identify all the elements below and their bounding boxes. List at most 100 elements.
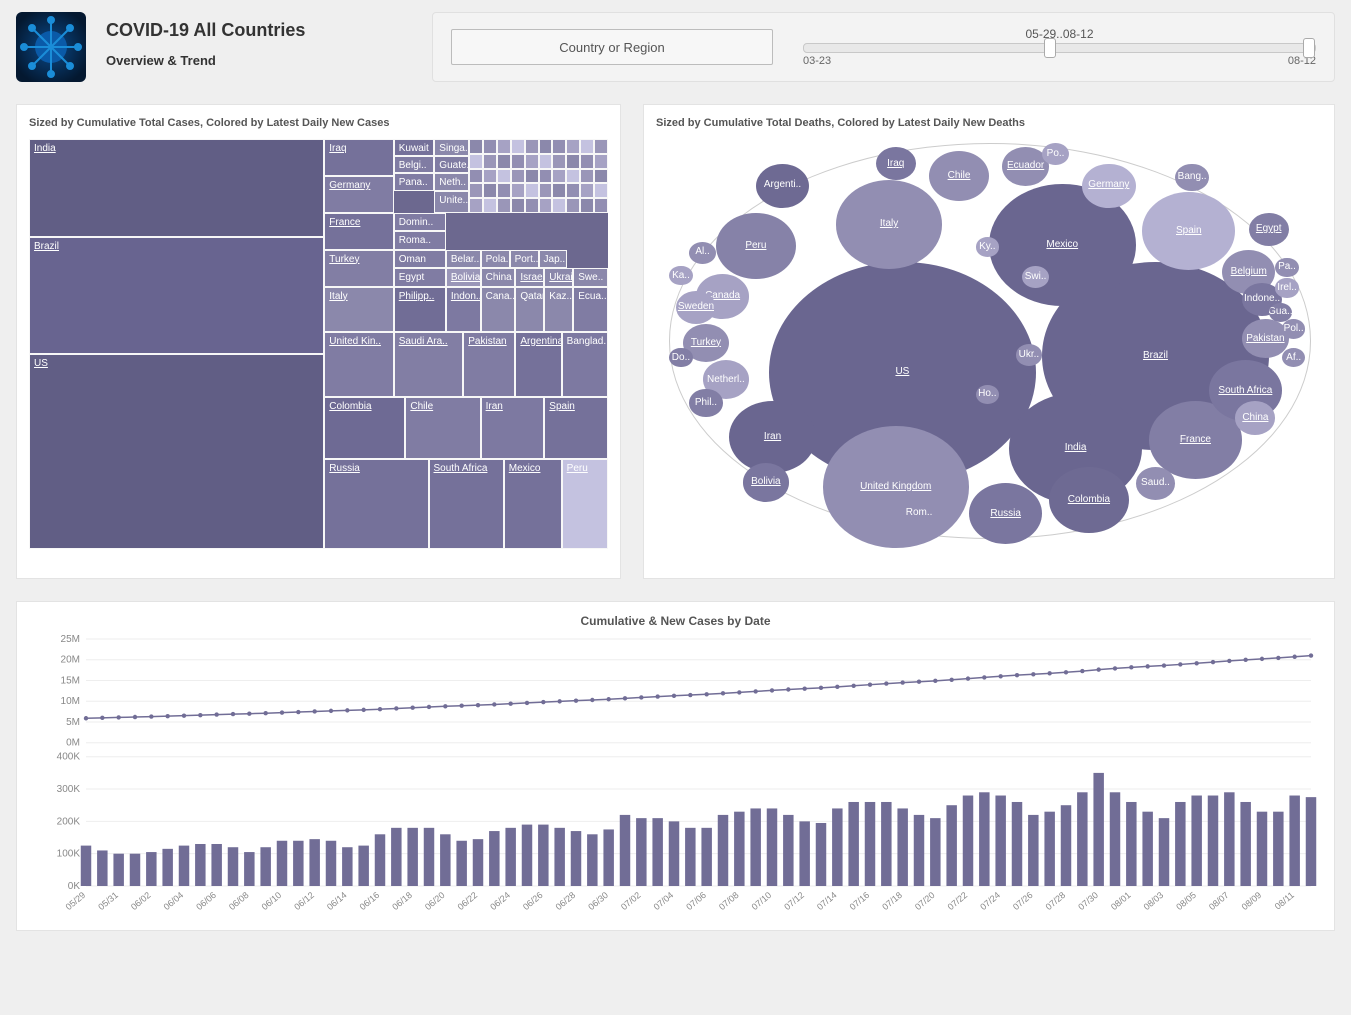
treemap-tiny-cell[interactable] xyxy=(497,139,511,154)
treemap-cell[interactable]: Turkey xyxy=(324,250,393,287)
treemap-tiny-cell[interactable] xyxy=(594,154,608,169)
bubble-item[interactable]: Russia xyxy=(969,483,1042,544)
treemap-tiny-cell[interactable] xyxy=(580,198,594,213)
treemap-cell[interactable]: Egypt xyxy=(394,268,446,286)
treemap-tiny-cell[interactable] xyxy=(552,154,566,169)
bubble-item[interactable]: Italy xyxy=(836,180,943,269)
treemap-chart[interactable]: IndiaBrazilUSIraqGermanyFranceTurkeyItal… xyxy=(29,139,608,549)
treemap-cell[interactable]: Cana.. xyxy=(481,287,516,332)
treemap-cell[interactable]: US xyxy=(29,354,324,549)
bubble-item[interactable]: Po.. xyxy=(1042,143,1069,165)
treemap-tiny-cell[interactable] xyxy=(511,169,525,184)
treemap-cell[interactable]: Iran xyxy=(481,397,545,459)
treemap-cell[interactable]: Domin.. xyxy=(394,213,446,231)
bubble-item[interactable]: Egypt xyxy=(1249,213,1289,246)
treemap-tiny-cell[interactable] xyxy=(566,139,580,154)
treemap-tiny-cell[interactable] xyxy=(469,154,483,169)
treemap-cell[interactable]: Russia xyxy=(324,459,428,549)
bubble-item[interactable]: Colombia xyxy=(1049,467,1129,533)
treemap-tiny-cell[interactable] xyxy=(483,139,497,154)
slider-thumb-end[interactable] xyxy=(1303,38,1315,58)
treemap-tiny-cell[interactable] xyxy=(511,154,525,169)
treemap-tiny-cell[interactable] xyxy=(469,169,483,184)
treemap-cell[interactable]: Indon.. xyxy=(446,287,481,332)
treemap-cell[interactable]: Singa.. xyxy=(434,139,469,156)
treemap-cell[interactable]: India xyxy=(29,139,324,237)
treemap-cell[interactable]: Germany xyxy=(324,176,393,213)
bubble-item[interactable]: Do.. xyxy=(669,348,692,367)
treemap-tiny-cell[interactable] xyxy=(580,183,594,198)
treemap-tiny-cell[interactable] xyxy=(580,139,594,154)
treemap-tiny-cell[interactable] xyxy=(552,169,566,184)
combo-chart[interactable]: 0M5M10M15M20M25M0K100K200K300K400K05/290… xyxy=(31,634,1321,924)
bubble-item[interactable]: Pol.. xyxy=(1282,319,1305,338)
treemap-cell[interactable]: Qatar xyxy=(515,287,544,332)
treemap-tiny-cell[interactable] xyxy=(525,154,539,169)
bubble-item[interactable]: Swi.. xyxy=(1022,266,1049,288)
treemap-tiny-cell[interactable] xyxy=(525,198,539,213)
bubble-item[interactable]: Sweden xyxy=(676,291,716,324)
treemap-cell[interactable]: Saudi Ara.. xyxy=(394,332,463,398)
treemap-tiny-cell[interactable] xyxy=(594,169,608,184)
treemap-tiny-cell[interactable] xyxy=(580,154,594,169)
treemap-tiny-cell[interactable] xyxy=(497,198,511,213)
treemap-tiny-cell[interactable] xyxy=(511,198,525,213)
treemap-cell[interactable]: Iraq xyxy=(324,139,393,176)
treemap-cell[interactable]: South Africa xyxy=(429,459,504,549)
treemap-tiny-cell[interactable] xyxy=(511,139,525,154)
treemap-cell[interactable]: Unite.. xyxy=(434,191,469,213)
treemap-tiny-cell[interactable] xyxy=(566,154,580,169)
treemap-tiny-cell[interactable] xyxy=(483,183,497,198)
treemap-tiny-cell[interactable] xyxy=(483,198,497,213)
treemap-cell[interactable]: Jap.. xyxy=(539,250,568,268)
treemap-cell[interactable]: Ecua.. xyxy=(573,287,608,332)
bubble-item[interactable]: Ka.. xyxy=(669,266,692,285)
bubble-item[interactable]: Bolivia xyxy=(743,463,790,502)
treemap-cell[interactable]: China xyxy=(481,268,516,286)
bubble-item[interactable]: Ky.. xyxy=(976,237,999,256)
treemap-cell[interactable]: Peru xyxy=(562,459,608,549)
treemap-tiny-cell[interactable] xyxy=(566,183,580,198)
treemap-cell[interactable]: United Kin.. xyxy=(324,332,393,398)
bubble-item[interactable]: Irel.. xyxy=(1275,278,1298,297)
treemap-cell[interactable]: Brazil xyxy=(29,237,324,354)
treemap-tiny-cell[interactable] xyxy=(497,154,511,169)
bubble-item[interactable]: Iran xyxy=(729,401,816,473)
treemap-cell[interactable]: Colombia xyxy=(324,397,405,459)
treemap-tiny-cell[interactable] xyxy=(525,139,539,154)
treemap-tiny-cell[interactable] xyxy=(552,139,566,154)
bubble-item[interactable]: Spain xyxy=(1142,192,1235,269)
treemap-tiny-cell[interactable] xyxy=(539,183,553,198)
treemap-tiny-cell[interactable] xyxy=(594,198,608,213)
treemap-tiny-cell[interactable] xyxy=(539,139,553,154)
bubble-item[interactable]: Pa.. xyxy=(1275,258,1298,277)
treemap-tiny-cell[interactable] xyxy=(552,183,566,198)
treemap-tiny-cell[interactable] xyxy=(539,169,553,184)
treemap-cell[interactable]: Kaz.. xyxy=(544,287,573,332)
treemap-tiny-cell[interactable] xyxy=(469,183,483,198)
treemap-cell[interactable]: Argentina xyxy=(515,332,561,398)
treemap-cell[interactable]: Belar.. xyxy=(446,250,481,268)
treemap-tiny-cell[interactable] xyxy=(525,183,539,198)
bubble-item[interactable]: Chile xyxy=(929,151,989,201)
treemap-cell[interactable]: Belgi.. xyxy=(394,156,435,173)
bubble-item[interactable]: Phil.. xyxy=(689,389,722,417)
treemap-tiny-cell[interactable] xyxy=(566,198,580,213)
bubble-item[interactable]: Iraq xyxy=(876,147,916,180)
treemap-cell[interactable]: Swe.. xyxy=(573,268,608,286)
treemap-cell[interactable]: Ukrai.. xyxy=(544,268,573,286)
treemap-cell[interactable]: Neth.. xyxy=(434,173,469,190)
treemap-tiny-cell[interactable] xyxy=(539,154,553,169)
treemap-tiny-cell[interactable] xyxy=(497,169,511,184)
treemap-cell[interactable]: Pola.. xyxy=(481,250,510,268)
treemap-cell[interactable]: Philipp.. xyxy=(394,287,446,332)
bubble-item[interactable]: Rom.. xyxy=(902,500,935,528)
treemap-tiny-cell[interactable] xyxy=(469,198,483,213)
treemap-cell[interactable]: Chile xyxy=(405,397,480,459)
treemap-cell[interactable]: Mexico xyxy=(504,459,562,549)
treemap-tiny-cell[interactable] xyxy=(594,183,608,198)
treemap-cell[interactable]: Pana.. xyxy=(394,173,435,190)
treemap-cell[interactable]: Roma.. xyxy=(394,231,446,249)
treemap-cell[interactable]: Kuwait xyxy=(394,139,435,156)
bubble-item[interactable]: Al.. xyxy=(689,242,716,264)
